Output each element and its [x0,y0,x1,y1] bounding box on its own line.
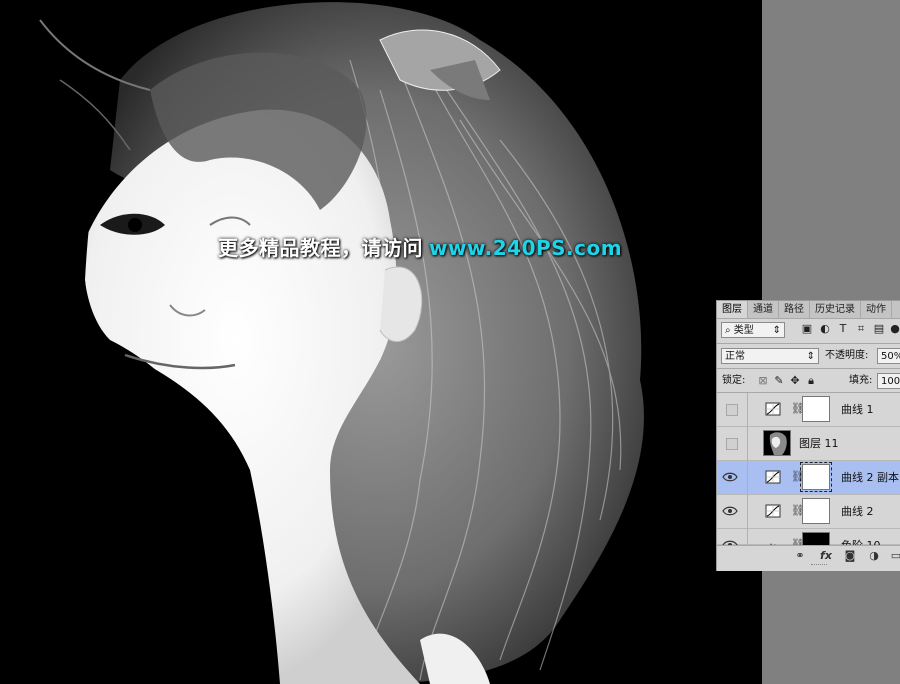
visibility-toggle-off[interactable] [726,404,738,416]
fx-icon[interactable]: fx [819,550,833,562]
layer-name[interactable]: 曲线 1 [841,402,874,418]
opacity-input[interactable]: 50% [877,348,900,364]
adjustment-filter-icon[interactable]: ◐ [819,323,831,335]
shape-filter-icon[interactable]: ⌗ [855,323,867,335]
tab-actions[interactable]: 动作 [861,301,892,318]
tab-channels[interactable]: 通道 [748,301,779,318]
blend-mode-select[interactable]: 正常 ⇕ [721,348,819,364]
search-icon: ⌕ [725,325,734,336]
watermark-url: www.240PS.com [429,236,623,260]
tab-paths[interactable]: 路径 [779,301,810,318]
panel-tabs: 图层 通道 路径 历史记录 动作 [717,301,900,319]
divider [717,343,900,344]
type-filter-icon[interactable]: T [837,323,849,335]
tab-layers[interactable]: 图层 [717,301,748,318]
layer-row-levels-10[interactable]: ⛓ 色阶 10 [717,529,900,563]
panel-resize-grip[interactable] [811,564,827,568]
layer-row-curves-2[interactable]: ⛓ 曲线 2 [717,495,900,529]
visibility-toggle-off[interactable] [726,438,738,450]
watermark: 更多精品教程，请访问 www.240PS.com [218,232,622,261]
layer-mask-thumbnail[interactable] [800,462,832,492]
link-layers-icon[interactable]: ⚭ [793,550,807,562]
opacity-label: 不透明度: [825,350,869,361]
lock-pixels-icon[interactable]: ✎ [773,375,785,387]
updown-arrow-icon: ⇕ [806,351,815,362]
tab-history[interactable]: 历史记录 [810,301,861,318]
divider [747,495,748,529]
blend-mode-value: 正常 [725,351,745,362]
lock-all-icon[interactable]: 🔒︎ [805,375,817,387]
layer-row-curves-1[interactable]: ⛓ 曲线 1 [717,393,900,427]
layers-panel: 图层 通道 路径 历史记录 动作 ⌕ 类型 ⇕ ▣ ◐ T ⌗ ▤ ● 正常 ⇕ 不… [716,300,900,571]
layer-thumbnail[interactable] [763,430,791,456]
fill-input[interactable]: 100% [877,373,900,389]
divider [747,461,748,495]
filter-kind-value: 类型 [733,325,754,336]
add-mask-icon[interactable]: ◙ [843,550,857,562]
new-adjustment-icon[interactable]: ◑ [867,550,881,562]
curves-adjustment-icon [765,504,781,518]
link-icon: ⛓ [791,504,805,517]
eye-icon[interactable] [721,504,739,518]
portrait-thumbnail-image [764,431,790,455]
fill-label: 填充: [849,375,873,386]
link-icon: ⛓ [791,402,805,415]
layer-name[interactable]: 曲线 2 副本 [841,470,899,486]
new-group-icon[interactable]: ▭ [889,550,900,562]
lock-label: 锁定: [722,375,746,386]
lock-transparent-icon[interactable]: ⊠ [757,375,769,387]
layer-row-curves-2-copy[interactable]: ⛓ 曲线 2 副本 [717,461,900,495]
smart-object-filter-icon[interactable]: ▤ [873,323,885,335]
layer-name[interactable]: 图层 11 [799,436,839,452]
photo-image [0,0,762,684]
eye-icon[interactable] [721,470,739,484]
layer-name[interactable]: 曲线 2 [841,504,874,520]
curves-adjustment-icon [765,402,781,416]
filter-kind-select[interactable]: ⌕ 类型 ⇕ [721,322,785,338]
divider [747,393,748,427]
curves-adjustment-icon [765,470,781,484]
layer-mask-thumbnail[interactable] [802,396,830,422]
divider [717,368,900,369]
layer-row-layer-11[interactable]: 图层 11 [717,427,900,461]
link-icon: ⛓ [791,470,805,483]
pixel-filter-icon[interactable]: ▣ [801,323,813,335]
watermark-text: 更多精品教程，请访问 [218,236,423,260]
panel-bottom-bar: ⚭ fx ◙ ◑ ▭ [717,545,900,566]
document-canvas[interactable]: 更多精品教程，请访问 www.240PS.com [0,0,762,684]
divider [747,427,748,461]
filter-toggle-icon[interactable]: ● [889,323,900,335]
lock-position-icon[interactable]: ✥ [789,375,801,387]
layer-mask-thumbnail[interactable] [802,498,830,524]
updown-arrow-icon: ⇕ [772,325,781,336]
